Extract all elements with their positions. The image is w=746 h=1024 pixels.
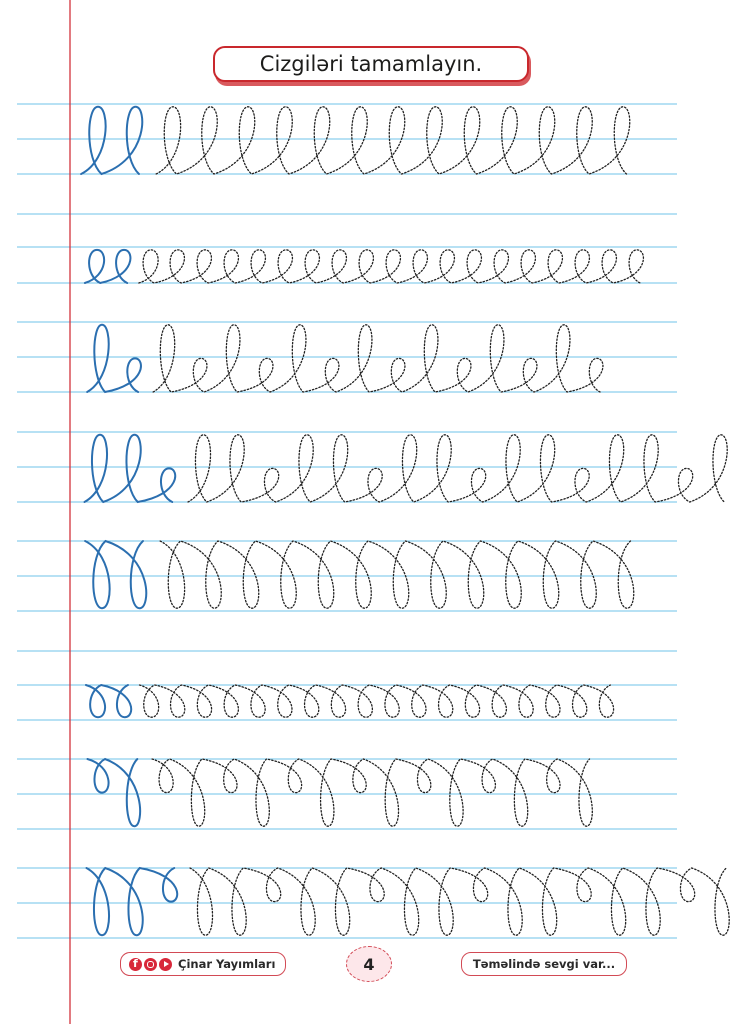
social-icons [129,957,172,971]
trace-exercise [83,248,645,285]
trace-exercise [84,683,615,719]
trace-exercise [84,539,635,610]
dotted-trace-guide[interactable] [138,249,645,284]
ruled-guide-lines [17,103,677,939]
dotted-trace-guide[interactable] [189,867,730,936]
solid-trace-example [84,683,133,719]
page-number: 4 [346,946,392,982]
dotted-trace-guide[interactable] [187,434,728,503]
youtube-icon [159,957,172,971]
trace-exercise [85,866,730,937]
dotted-trace-guide[interactable] [159,540,635,609]
solid-trace-example [85,866,179,937]
solid-trace-example [83,248,132,285]
page-number-text: 4 [363,954,375,974]
slogan-badge: Təməlində sevgi var... [461,952,627,976]
tracing-exercises [80,105,730,937]
facebook-icon [129,957,142,971]
solid-trace-example [86,757,142,828]
dotted-trace-guide[interactable] [151,758,593,827]
slogan-text: Təməlində sevgi var... [472,957,616,971]
trace-exercise [80,105,631,176]
trace-exercise [86,757,593,828]
instruction-title: Cizgiləri tamamlayın. [213,46,529,82]
solid-trace-example [83,433,177,504]
publisher-badge: Çinar Yayımları [120,952,286,976]
solid-trace-example [80,105,144,176]
instagram-icon [144,957,157,971]
trace-exercise [86,323,604,394]
dotted-trace-guide[interactable] [138,684,615,718]
solid-trace-example [84,539,148,610]
solid-trace-example [86,323,142,394]
instruction-text: Cizgiləri tamamlayın. [259,52,483,76]
dotted-trace-guide[interactable] [155,106,631,175]
worksheet-canvas [17,0,730,1024]
dotted-trace-guide[interactable] [152,324,604,393]
publisher-name: Çinar Yayımları [178,957,276,971]
trace-exercise [83,433,728,504]
